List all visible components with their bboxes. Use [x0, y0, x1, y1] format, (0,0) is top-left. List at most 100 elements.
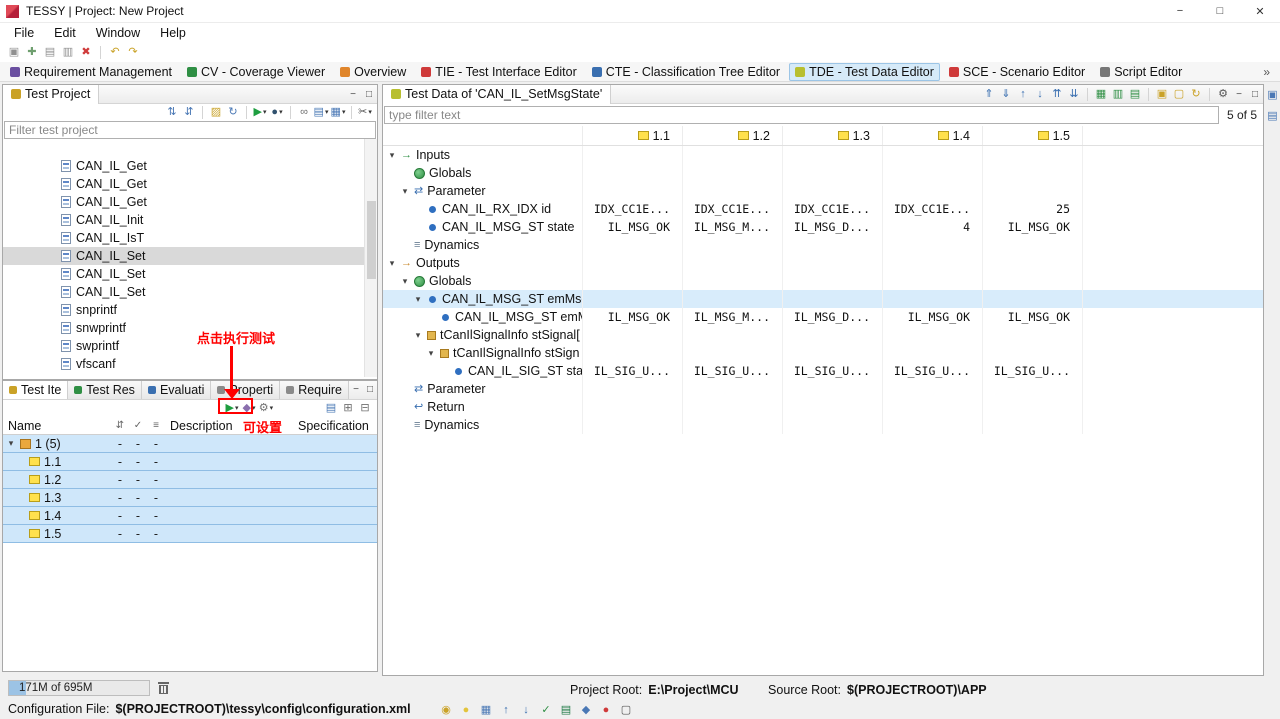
report-icon[interactable]: ▤	[323, 401, 339, 416]
expand-icon[interactable]: ⊞	[340, 401, 356, 416]
paste-down-icon[interactable]: ⇓	[998, 87, 1014, 102]
data-tree-row[interactable]: ⇄ Parameter	[383, 380, 1263, 398]
chevron-down-icon[interactable]: ▾	[400, 276, 410, 287]
data-tree-row[interactable]: ≡ Dynamics	[383, 236, 1263, 254]
save-icon[interactable]: ▣	[6, 45, 22, 60]
mini-column-1[interactable]: ⇵	[111, 420, 129, 431]
data-value-cell[interactable]	[983, 380, 1083, 398]
data-value-cell[interactable]	[683, 398, 783, 416]
data-value-cell[interactable]	[883, 380, 983, 398]
test-data-tab[interactable]: Test Data of 'CAN_IL_SetMsgState'	[383, 84, 612, 104]
gear-icon[interactable]: ⚙ ▾	[258, 401, 274, 416]
error-icon[interactable]: ●	[598, 703, 614, 718]
view-minimize-icon[interactable]: −	[349, 381, 363, 397]
data-value-cell[interactable]	[583, 164, 683, 182]
data-value-cell[interactable]	[983, 416, 1083, 434]
paste-up-icon[interactable]: ⇑	[981, 87, 997, 102]
view-maximize-icon[interactable]: □	[363, 381, 377, 397]
data-value-cell[interactable]	[583, 254, 683, 272]
perspective-tde-test-data-editor[interactable]: TDE - Test Data Editor	[789, 62, 940, 81]
delete-icon[interactable]: ✖	[78, 45, 94, 60]
data-value-cell[interactable]	[783, 272, 883, 290]
nav-up-icon[interactable]: ↑	[498, 703, 514, 718]
tab-require[interactable]: Require	[280, 381, 349, 399]
data-value-cell[interactable]	[683, 326, 783, 344]
copy-down-icon[interactable]: ↓	[1032, 87, 1048, 102]
data-value-cell[interactable]	[683, 290, 783, 308]
data-value-cell[interactable]	[783, 254, 883, 272]
test-item-row[interactable]: 1.2- - -	[3, 471, 377, 489]
data-value-cell[interactable]	[783, 380, 883, 398]
data-tree-row[interactable]: CAN_IL_RX_IDX id IDX_CC1E... IDX_CC1E... ID…	[383, 200, 1263, 218]
project-tree-item[interactable]: CAN_IL_Get	[3, 193, 377, 211]
data-value-cell[interactable]	[783, 398, 883, 416]
project-tree-item[interactable]: CAN_IL_Init	[3, 211, 377, 229]
chevron-down-icon[interactable]: ▾	[6, 438, 16, 449]
data-value-cell[interactable]	[983, 254, 1083, 272]
data-value-cell[interactable]	[683, 236, 783, 254]
test-item-row[interactable]: 1.4- - -	[3, 507, 377, 525]
perspective-overflow-icon[interactable]: »	[1263, 65, 1270, 79]
perspective-tie-test-interface-editor[interactable]: TIE - Test Interface Editor	[415, 63, 583, 81]
data-tree-row[interactable]: Globals	[383, 164, 1263, 182]
data-value-cell[interactable]: IDX_CC1E...	[683, 200, 783, 218]
data-value-cell[interactable]: IL_MSG_D...	[783, 308, 883, 326]
data-value-cell[interactable]	[983, 398, 1083, 416]
data-value-cell[interactable]: IL_MSG_OK	[583, 308, 683, 326]
lock-icon[interactable]: ◆	[578, 703, 594, 718]
data-value-cell[interactable]: IL_MSG_M...	[683, 308, 783, 326]
chevron-down-icon[interactable]: ▾	[426, 348, 436, 359]
column-header-1-1[interactable]: 1.1	[583, 126, 683, 145]
data-value-cell[interactable]: IL_MSG_D...	[783, 218, 883, 236]
tab-test-ite[interactable]: Test Ite	[3, 381, 69, 399]
test-project-tab[interactable]: Test Project	[3, 84, 100, 104]
data-value-cell[interactable]	[883, 164, 983, 182]
monitor-icon[interactable]: ▢	[618, 703, 634, 718]
data-value-cell[interactable]: IDX_CC1E...	[583, 200, 683, 218]
view-maximize-icon[interactable]: □	[1247, 86, 1263, 102]
project-tree-item[interactable]: snwprintf	[3, 319, 377, 337]
data-value-cell[interactable]	[583, 290, 683, 308]
data-value-cell[interactable]	[583, 344, 683, 362]
data-value-cell[interactable]	[583, 380, 683, 398]
column-header-specification[interactable]: Specification	[293, 419, 377, 433]
project-tree-item[interactable]: CAN_IL_Set	[3, 247, 377, 265]
refresh-icon[interactable]: ↻	[225, 105, 241, 120]
data-value-cell[interactable]	[683, 182, 783, 200]
data-value-cell[interactable]	[783, 416, 883, 434]
undo-icon[interactable]: ↶	[107, 45, 123, 60]
close-button[interactable]: ✕	[1240, 0, 1280, 23]
column-header-1-3[interactable]: 1.3	[783, 126, 883, 145]
data-value-cell[interactable]	[683, 272, 783, 290]
column-header-1-5[interactable]: 1.5	[983, 126, 1083, 145]
data-value-cell[interactable]: 25	[983, 200, 1083, 218]
test-item-row[interactable]: ▾ 1 (5) - - -	[3, 435, 377, 453]
stamp-icon[interactable]: ◆ ▾	[241, 401, 257, 416]
data-value-cell[interactable]: IL_MSG_M...	[683, 218, 783, 236]
menu-edit[interactable]: Edit	[44, 24, 86, 42]
project-tree-item[interactable]: CAN_IL_Set	[3, 283, 377, 301]
tree-scrollbar-thumb[interactable]	[367, 201, 376, 279]
data-value-cell[interactable]	[683, 344, 783, 362]
sort-asc-icon[interactable]: ⇅	[164, 105, 180, 120]
copy-icon[interactable]: ▤	[42, 45, 58, 60]
mini-column-3[interactable]: ≡	[147, 420, 165, 431]
project-tree-item[interactable]: swprintf	[3, 337, 377, 355]
data-tree-row[interactable]: CAN_IL_MSG_ST emM IL_MSG_OK IL_MSG_M... IL_…	[383, 308, 1263, 326]
sort-desc-icon[interactable]: ⇵	[181, 105, 197, 120]
perspective-sce-scenario-editor[interactable]: SCE - Scenario Editor	[943, 63, 1091, 81]
menu-file[interactable]: File	[4, 24, 44, 42]
data-value-cell[interactable]	[583, 146, 683, 164]
data-value-cell[interactable]	[983, 164, 1083, 182]
data-value-cell[interactable]: IL_SIG_U...	[883, 362, 983, 380]
data-value-cell[interactable]	[783, 344, 883, 362]
data-tree-row[interactable]: ≡ Dynamics	[383, 416, 1263, 434]
view-minimize-icon[interactable]: −	[1231, 86, 1247, 102]
data-tree-row[interactable]: CAN_IL_MSG_ST state IL_MSG_OK IL_MSG_M... I…	[383, 218, 1263, 236]
run-icon[interactable]: ▶ ▾	[252, 105, 268, 120]
minimize-button[interactable]: −	[1160, 0, 1200, 23]
grid-icon[interactable]: ▦	[478, 703, 494, 718]
project-tree-item[interactable]: CAN_IL_Set	[3, 265, 377, 283]
view-b-icon[interactable]: ▤	[1265, 109, 1280, 124]
layout-icon[interactable]: ▦ ▾	[330, 105, 346, 120]
